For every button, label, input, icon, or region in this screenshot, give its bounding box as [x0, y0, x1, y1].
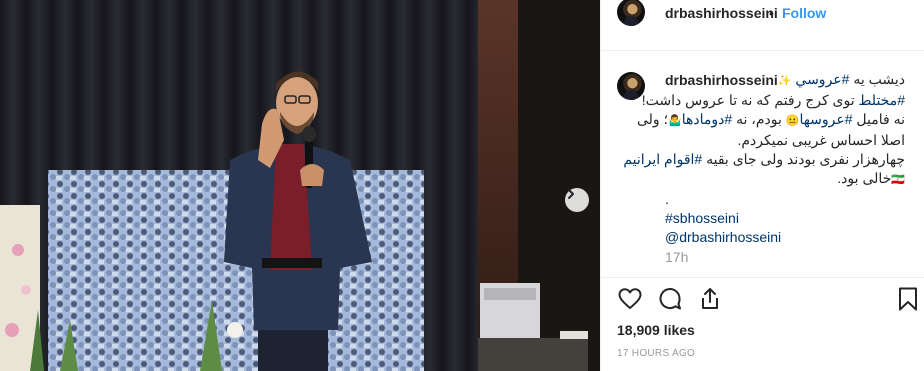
- stage-photo-illustration: [0, 0, 600, 371]
- sparkles-emoji: ✨: [777, 75, 792, 87]
- caption-text-segment: نه فامیل: [852, 111, 905, 127]
- instagram-post-view: drbashirhosseini • Follow drbashirhossei…: [0, 0, 924, 371]
- post-photo[interactable]: [0, 0, 600, 371]
- post-timestamp[interactable]: 17 HOURS AGO: [617, 348, 695, 359]
- caption-text-segment: چهارهزار نفری بودند ولی جای بقیه: [702, 151, 905, 167]
- iran-flag-emoji: 🇮🇷: [891, 174, 905, 186]
- neutral-face-emoji: 😐: [785, 115, 800, 127]
- caption-line-6: 🇮🇷خالی بود.: [665, 169, 905, 190]
- caption-timestamp[interactable]: 17h: [665, 249, 688, 265]
- post-header: drbashirhosseini • Follow: [601, 0, 924, 26]
- separator-dot: •: [769, 5, 774, 21]
- hashtag-link[interactable]: #دومادها: [682, 111, 732, 127]
- caption-line-3: نه فامیل #عروسها😐 بودم، نه #دومادها🤷‍♂️؛…: [637, 110, 905, 131]
- mention-link[interactable]: @drbashirhosseini: [665, 228, 905, 247]
- hashtag-link[interactable]: #مختلط: [859, 92, 905, 108]
- actions-divider: [601, 277, 924, 278]
- post-side-panel: drbashirhosseini • Follow drbashirhossei…: [600, 0, 924, 371]
- caption-line-5: چهارهزار نفری بودند ولی جای بقیه #اقوام …: [623, 150, 905, 169]
- header-username[interactable]: drbashirhosseini: [665, 5, 778, 21]
- caption-line-2: #مختلط توی کرج رفتم که نه تا عروس داشت!: [642, 91, 905, 110]
- caption-line-4: اصلا احساس غریبی نمیکردم.: [737, 132, 906, 148]
- next-photo-button[interactable]: [565, 188, 589, 212]
- follow-button[interactable]: Follow: [782, 5, 826, 21]
- hashtag-link[interactable]: #عروسها: [799, 111, 852, 127]
- caption-text-segment: ؛ ولی: [636, 111, 668, 127]
- hashtag-link[interactable]: #اقوام ایرانیم: [623, 151, 702, 167]
- avatar[interactable]: [617, 0, 645, 26]
- action-bar: [601, 286, 924, 314]
- caption-text-segment: توی کرج رفتم که نه تا عروس داشت!: [641, 92, 859, 108]
- caption-dot-line: .: [665, 191, 669, 207]
- bookmark-icon[interactable]: [897, 286, 919, 317]
- like-count[interactable]: 18,909 likes: [617, 322, 695, 338]
- shrug-emoji: 🤷‍♂️: [667, 115, 682, 127]
- comment-bubble-icon[interactable]: [657, 286, 683, 317]
- heart-icon[interactable]: [617, 286, 643, 317]
- header-divider: [601, 50, 924, 51]
- share-icon[interactable]: [697, 286, 723, 317]
- caption-text-segment: دیشب یه: [849, 71, 905, 87]
- caption-text-segment: بودم، نه: [732, 111, 786, 127]
- caption-line-1: دیشب یه #عروسي ✨: [665, 70, 905, 91]
- hashtag-link[interactable]: #عروسي: [795, 71, 849, 87]
- caption-text: دیشب یه #عروسي ✨ #مختلط توی کرج رفتم که …: [623, 70, 906, 247]
- caption-text-segment: خالی بود.: [837, 170, 892, 186]
- hashtag-link[interactable]: #sbhosseini: [665, 209, 905, 228]
